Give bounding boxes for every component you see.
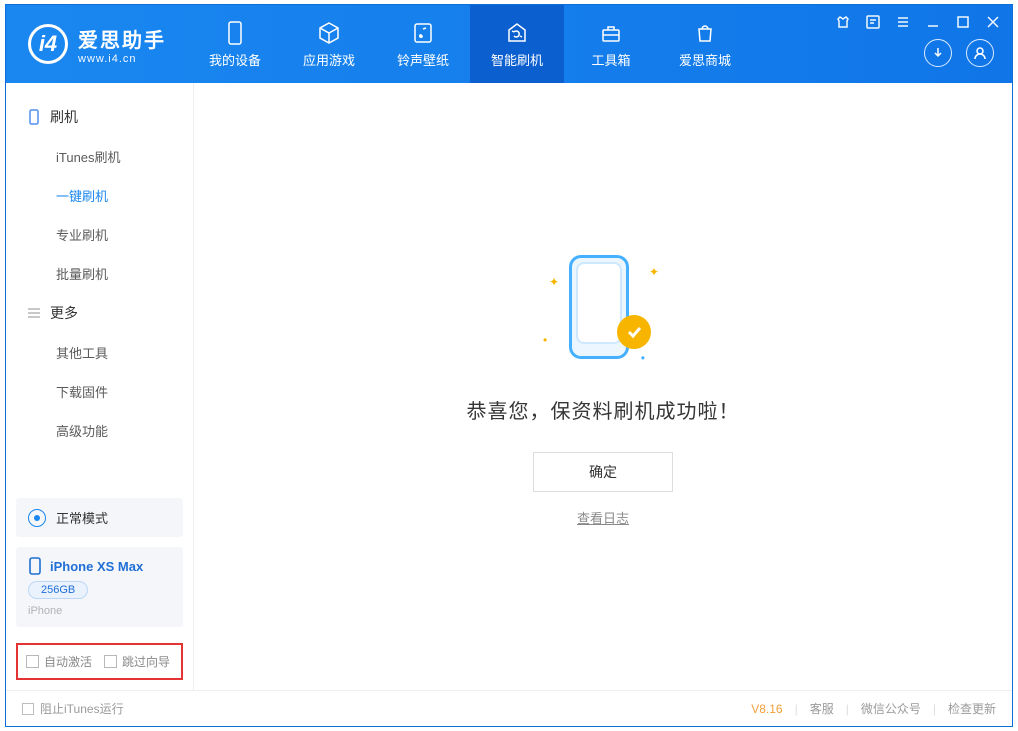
version-label: V8.16 — [751, 702, 782, 716]
music-icon — [410, 20, 436, 46]
view-log-link[interactable]: 查看日志 — [577, 508, 629, 527]
device-box[interactable]: iPhone XS Max 256GB iPhone — [16, 547, 183, 627]
logo-icon: i4 — [28, 24, 68, 64]
tab-label: 我的设备 — [209, 50, 261, 69]
success-illustration: ✦ ✦ • • — [543, 247, 663, 367]
nav-group-label: 更多 — [50, 303, 78, 323]
menu-icon[interactable] — [894, 13, 912, 31]
nav-item-advanced[interactable]: 高级功能 — [6, 411, 193, 450]
logo-text: 爱思助手 www.i4.cn — [78, 24, 166, 65]
window-controls — [834, 13, 1002, 31]
title-bar: i4 爱思助手 www.i4.cn 我的设备 应用游戏 铃声壁纸 智能刷机 — [6, 5, 1012, 83]
checkbox-icon — [22, 703, 34, 715]
nav-item-pro-flash[interactable]: 专业刷机 — [6, 215, 193, 254]
sidebar: 刷机 iTunes刷机 一键刷机 专业刷机 批量刷机 更多 其他工具 下载固件 … — [6, 83, 194, 690]
store-icon — [692, 20, 718, 46]
device-type: iPhone — [28, 605, 171, 617]
tab-smart-flash[interactable]: 智能刷机 — [470, 5, 564, 83]
sparkle-icon: • — [641, 351, 645, 365]
tab-label: 智能刷机 — [491, 50, 543, 69]
checkbox-stop-itunes[interactable]: 阻止iTunes运行 — [22, 700, 124, 717]
tab-label: 铃声壁纸 — [397, 50, 449, 69]
tab-label: 应用游戏 — [303, 50, 355, 69]
top-tabs: 我的设备 应用游戏 铃声壁纸 智能刷机 工具箱 爱思商城 — [188, 5, 752, 83]
tab-toolbox[interactable]: 工具箱 — [564, 5, 658, 83]
checkbox-skip-guide[interactable]: 跳过向导 — [104, 653, 170, 670]
tab-label: 爱思商城 — [679, 50, 731, 69]
tab-apps-games[interactable]: 应用游戏 — [282, 5, 376, 83]
checkbox-icon — [26, 655, 39, 668]
nav-group-flash: 刷机 — [6, 97, 193, 137]
checkbox-label: 自动激活 — [44, 653, 92, 670]
footer-link-support[interactable]: 客服 — [810, 700, 834, 717]
download-icon[interactable] — [924, 39, 952, 67]
status-icon — [28, 509, 46, 527]
ok-button[interactable]: 确定 — [533, 452, 673, 492]
footer: 阻止iTunes运行 V8.16 | 客服 | 微信公众号 | 检查更新 — [6, 690, 1012, 726]
main-content: ✦ ✦ • • 恭喜您，保资料刷机成功啦！ 确定 查看日志 — [194, 83, 1012, 690]
tab-ringtone-wallpaper[interactable]: 铃声壁纸 — [376, 5, 470, 83]
feedback-icon[interactable] — [864, 13, 882, 31]
minimize-icon[interactable] — [924, 13, 942, 31]
checkbox-icon — [104, 655, 117, 668]
tab-store[interactable]: 爱思商城 — [658, 5, 752, 83]
checkbox-label: 阻止iTunes运行 — [40, 700, 124, 717]
app-name: 爱思助手 — [78, 24, 166, 53]
sparkle-icon: ✦ — [549, 275, 559, 289]
device-name-row: iPhone XS Max — [28, 557, 171, 575]
body: 刷机 iTunes刷机 一键刷机 专业刷机 批量刷机 更多 其他工具 下载固件 … — [6, 83, 1012, 690]
options-highlight-box: 自动激活 跳过向导 — [16, 643, 183, 680]
tab-label: 工具箱 — [591, 50, 630, 69]
shirt-icon[interactable] — [834, 13, 852, 31]
device-name: iPhone XS Max — [50, 559, 143, 574]
checkbox-label: 跳过向导 — [122, 653, 170, 670]
footer-right: V8.16 | 客服 | 微信公众号 | 检查更新 — [751, 700, 996, 717]
user-icon[interactable] — [966, 39, 994, 67]
toolbox-icon — [598, 20, 624, 46]
checkbox-auto-activate[interactable]: 自动激活 — [26, 653, 92, 670]
footer-link-update[interactable]: 检查更新 — [948, 700, 996, 717]
storage-badge: 256GB — [28, 581, 88, 599]
nav-item-other-tools[interactable]: 其他工具 — [6, 333, 193, 372]
footer-link-wechat[interactable]: 微信公众号 — [861, 700, 921, 717]
nav-group-label: 刷机 — [50, 107, 78, 127]
nav-item-itunes-flash[interactable]: iTunes刷机 — [6, 137, 193, 176]
nav-item-download-firmware[interactable]: 下载固件 — [6, 372, 193, 411]
nav-item-batch-flash[interactable]: 批量刷机 — [6, 254, 193, 293]
status-label: 正常模式 — [56, 508, 108, 527]
app-url: www.i4.cn — [78, 53, 166, 65]
status-box[interactable]: 正常模式 — [16, 498, 183, 537]
user-controls — [924, 39, 994, 67]
refresh-icon — [504, 20, 530, 46]
check-badge-icon — [617, 315, 651, 349]
nav-group-more: 更多 — [6, 293, 193, 333]
close-icon[interactable] — [984, 13, 1002, 31]
logo-area: i4 爱思助手 www.i4.cn — [6, 5, 188, 83]
app-window: i4 爱思助手 www.i4.cn 我的设备 应用游戏 铃声壁纸 智能刷机 — [5, 4, 1013, 727]
nav-item-oneclick-flash[interactable]: 一键刷机 — [6, 176, 193, 215]
sparkle-icon: ✦ — [649, 265, 659, 279]
maximize-icon[interactable] — [954, 13, 972, 31]
tab-my-device[interactable]: 我的设备 — [188, 5, 282, 83]
device-icon — [222, 20, 248, 46]
sidebar-nav: 刷机 iTunes刷机 一键刷机 专业刷机 批量刷机 更多 其他工具 下载固件 … — [6, 83, 193, 490]
sparkle-icon: • — [543, 333, 547, 347]
cube-icon — [316, 20, 342, 46]
success-message: 恭喜您，保资料刷机成功啦！ — [467, 395, 740, 424]
